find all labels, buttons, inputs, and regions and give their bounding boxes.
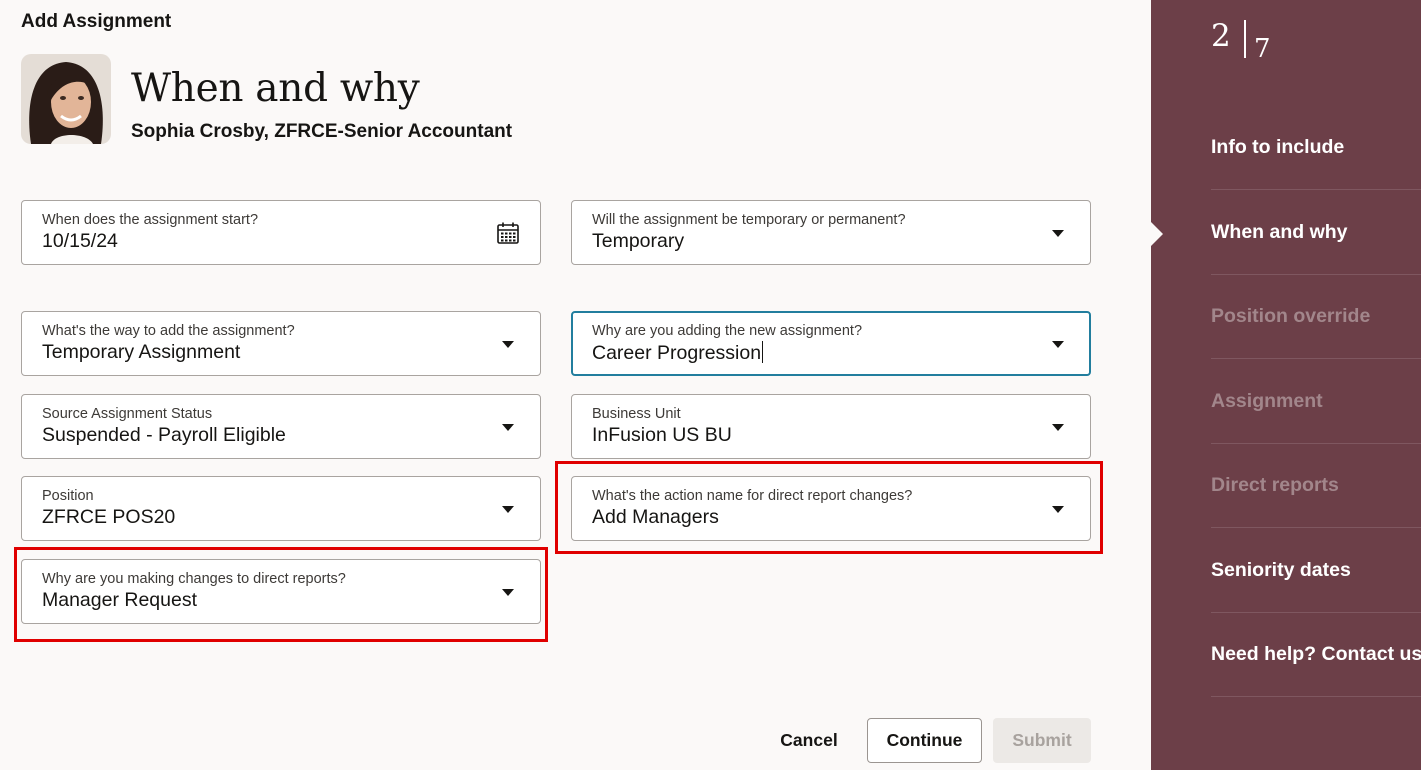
- field-value: Add Managers: [592, 506, 719, 528]
- field-value: InFusion US BU: [592, 424, 732, 446]
- field-value: 10/15/24: [42, 230, 118, 252]
- sidebar-item-position-override: Position override: [1211, 275, 1421, 359]
- field-label: Position: [42, 488, 94, 504]
- sidebar-item-label: Direct reports: [1211, 474, 1339, 496]
- sidebar-item-need-help[interactable]: Need help? Contact us.: [1211, 613, 1421, 697]
- avatar-photo: [21, 54, 111, 144]
- field-label: What's the action name for direct report…: [592, 488, 913, 504]
- submit-button: Submit: [993, 718, 1091, 763]
- total-steps-number: 7: [1254, 34, 1271, 64]
- field-value-text: Career Progression: [592, 342, 762, 364]
- continue-button[interactable]: Continue: [867, 718, 982, 763]
- chevron-down-icon[interactable]: [502, 589, 514, 596]
- direct-report-reason-select[interactable]: Why are you making changes to direct rep…: [21, 559, 541, 624]
- position-select[interactable]: Position ZFRCE POS20: [21, 476, 541, 541]
- text-cursor: [762, 341, 764, 363]
- step-divider: [1244, 20, 1246, 58]
- sidebar-item-label: Position override: [1211, 305, 1371, 327]
- sidebar-item-label: Assignment: [1211, 390, 1323, 412]
- progress-sidebar: 2 7 Info to include When and why Positio…: [1151, 0, 1421, 770]
- field-label: Why are you making changes to direct rep…: [42, 571, 346, 587]
- source-assignment-status-select[interactable]: Source Assignment Status Suspended - Pay…: [21, 394, 541, 459]
- field-value: Temporary: [592, 230, 685, 252]
- chevron-down-icon[interactable]: [1052, 506, 1064, 513]
- sidebar-item-label: Seniority dates: [1211, 559, 1351, 581]
- sidebar-item-label: Info to include: [1211, 136, 1345, 158]
- field-label: Business Unit: [592, 406, 681, 422]
- chevron-down-icon[interactable]: [1052, 230, 1064, 237]
- sidebar-item-label: When and why: [1211, 221, 1348, 243]
- field-label: When does the assignment start?: [42, 212, 259, 228]
- current-step-number: 2: [1211, 18, 1231, 54]
- chevron-down-icon[interactable]: [502, 506, 514, 513]
- field-label: What's the way to add the assignment?: [42, 323, 295, 339]
- direct-report-action-name-select[interactable]: What's the action name for direct report…: [571, 476, 1091, 541]
- chevron-down-icon[interactable]: [1052, 424, 1064, 431]
- business-unit-select[interactable]: Business Unit InFusion US BU: [571, 394, 1091, 459]
- assignment-start-date-field[interactable]: When does the assignment start? 10/15/24: [21, 200, 541, 265]
- sidebar-item-when-and-why[interactable]: When and why: [1211, 191, 1421, 275]
- field-value: Manager Request: [42, 589, 198, 611]
- field-value: Suspended - Payroll Eligible: [42, 424, 286, 446]
- person-subtitle: Sophia Crosby, ZFRCE-Senior Accountant: [131, 121, 513, 142]
- field-label: Why are you adding the new assignment?: [592, 323, 863, 339]
- sidebar-item-assignment: Assignment: [1211, 360, 1421, 444]
- field-value: Career Progression: [592, 341, 764, 365]
- sidebar-item-direct-reports: Direct reports: [1211, 444, 1421, 528]
- sidebar-item-seniority-dates[interactable]: Seniority dates: [1211, 529, 1421, 613]
- field-label: Will the assignment be temporary or perm…: [592, 212, 906, 228]
- temporary-or-permanent-select[interactable]: Will the assignment be temporary or perm…: [571, 200, 1091, 265]
- section-title: When and why: [131, 66, 420, 111]
- sidebar-item-label: Need help? Contact us.: [1211, 643, 1421, 665]
- page-header: Add Assignment: [21, 11, 172, 32]
- sidebar-item-info-to-include[interactable]: Info to include: [1211, 106, 1421, 190]
- chevron-down-icon[interactable]: [502, 341, 514, 348]
- assignment-reason-select[interactable]: Why are you adding the new assignment? C…: [571, 311, 1091, 376]
- calendar-icon[interactable]: [496, 221, 520, 245]
- chevron-down-icon[interactable]: [502, 424, 514, 431]
- field-value: Temporary Assignment: [42, 341, 241, 363]
- current-step-pointer: [1151, 222, 1163, 246]
- field-value: ZFRCE POS20: [42, 506, 176, 528]
- field-label: Source Assignment Status: [42, 406, 213, 422]
- chevron-down-icon[interactable]: [1052, 341, 1064, 348]
- add-assignment-way-select[interactable]: What's the way to add the assignment? Te…: [21, 311, 541, 376]
- cancel-button[interactable]: Cancel: [768, 718, 850, 763]
- avatar: [21, 54, 111, 144]
